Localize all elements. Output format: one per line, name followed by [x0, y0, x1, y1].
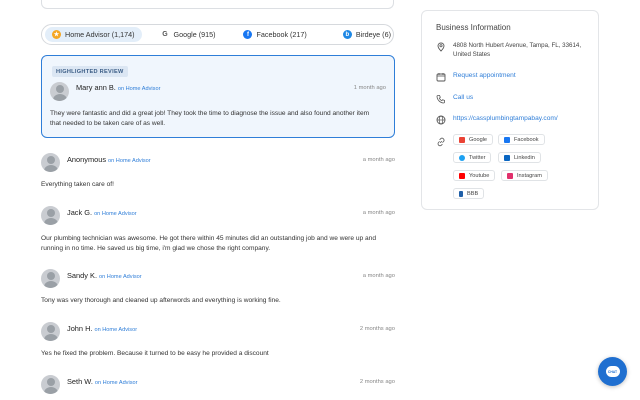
social-label: Facebook — [514, 136, 539, 143]
tab-label: Home Advisor (1,174) — [65, 30, 135, 39]
google-icon: G — [162, 31, 168, 38]
call-row: Call us — [436, 93, 473, 104]
social-twitter[interactable]: Twitter — [453, 152, 492, 163]
request-appointment-link[interactable]: Request appointment — [453, 71, 516, 81]
reviewer-name-text: Jack G. — [67, 208, 93, 217]
review-source: on Home Advisor — [108, 158, 151, 164]
review-text: Yes he fixed the problem. Because it tur… — [41, 350, 269, 357]
review-time: a month ago — [362, 210, 395, 216]
avatar — [41, 206, 60, 225]
avatar — [41, 153, 60, 172]
facebook-icon: f — [243, 30, 253, 39]
reviewer-name-text: Seth W. — [67, 377, 93, 386]
reviewer-name: Seth W. on Home Advisor — [67, 377, 138, 386]
avatar — [41, 269, 60, 288]
review-time: 1 month ago — [353, 85, 386, 91]
review-time: 2 months ago — [359, 379, 395, 385]
business-info-panel: Business Information 4808 North Hubert A… — [421, 10, 599, 210]
reviewer-name-text: Mary ann B. — [76, 83, 116, 92]
tab-label: Facebook (217) — [256, 30, 307, 39]
linkedin-icon — [504, 154, 510, 161]
reviewer-name: Jack G. on Home Advisor — [67, 208, 137, 217]
reviewer-name: John H. on Home Advisor — [67, 324, 137, 333]
social-linkedin[interactable]: Linkedin — [498, 152, 541, 163]
tab-label: Birdeye (6) — [355, 30, 391, 39]
tab-google[interactable]: G Google (915) — [154, 27, 223, 42]
reviewer-name-text: Sandy K. — [67, 271, 97, 280]
address-row: 4808 North Hubert Avenue, Tampa, FL, 336… — [436, 41, 593, 59]
globe-icon — [436, 115, 446, 125]
youtube-icon — [459, 172, 465, 179]
social-youtube[interactable]: Youtube — [453, 170, 496, 181]
reviewer-name: Mary ann B. on Home Advisor — [76, 83, 160, 92]
google-icon — [459, 136, 465, 143]
avatar — [41, 322, 60, 341]
location-pin-icon — [437, 42, 445, 52]
review-source: on Home Advisor — [94, 211, 137, 217]
phone-icon — [436, 95, 445, 104]
chat-button[interactable]: CHAT — [598, 357, 627, 386]
social-label: BBB — [467, 190, 479, 197]
social-bbb[interactable]: BBB — [453, 188, 485, 199]
calendar-icon — [436, 73, 446, 82]
review-text: Tony was very thorough and cleaned up af… — [41, 297, 281, 304]
review-time: a month ago — [362, 157, 395, 163]
reviewer-name-text: Anonymous — [67, 155, 107, 164]
website-link[interactable]: https://cassplumbingtampabay.com/ — [453, 114, 558, 124]
reviewer-name: Sandy K. on Home Advisor — [67, 271, 142, 280]
avatar — [41, 375, 60, 394]
business-info-title: Business Information — [436, 23, 511, 32]
review-source-tabs: ★ Home Advisor (1,174) G Google (915) f … — [41, 24, 394, 45]
social-label: Instagram — [517, 172, 542, 179]
tab-home-advisor[interactable]: ★ Home Advisor (1,174) — [45, 27, 142, 42]
call-us-link[interactable]: Call us — [453, 93, 473, 103]
review-time: a month ago — [362, 273, 395, 279]
review-source: on Home Advisor — [99, 274, 142, 280]
review-text: Everything taken care of! — [41, 181, 114, 188]
review-source: on Home Advisor — [94, 380, 138, 386]
link-icon — [437, 137, 445, 147]
facebook-icon — [504, 136, 510, 143]
tab-label: Google (915) — [173, 30, 216, 39]
tab-facebook[interactable]: f Facebook (217) — [236, 27, 313, 42]
social-label: Youtube — [469, 172, 490, 179]
home-advisor-icon: ★ — [52, 30, 61, 39]
social-google[interactable]: Google — [453, 134, 494, 145]
social-label: Linkedin — [514, 154, 535, 161]
reviewer-name: Anonymous on Home Advisor — [67, 155, 151, 164]
review-time: 2 months ago — [359, 326, 395, 332]
avatar — [50, 82, 69, 101]
review-source: on Home Advisor — [117, 86, 161, 92]
instagram-icon — [507, 172, 513, 179]
social-instagram[interactable]: Instagram — [501, 170, 548, 181]
review-text: Our plumbing technician was awesome. He … — [41, 235, 377, 252]
social-label: Twitter — [469, 154, 486, 161]
social-label: Google — [469, 136, 488, 143]
twitter-icon — [459, 154, 465, 161]
bbb-icon — [459, 190, 463, 197]
highlighted-review-card: HIGHLIGHTED REVIEW Mary ann B. on Home Ad… — [41, 55, 395, 138]
chat-label: CHAT — [607, 369, 618, 374]
review-source: on Home Advisor — [94, 327, 138, 333]
business-address: 4808 North Hubert Avenue, Tampa, FL, 336… — [453, 42, 582, 58]
appointment-row: Request appointment — [436, 71, 516, 82]
previous-card-edge — [41, 0, 394, 9]
tab-birdeye[interactable]: b Birdeye (6) — [336, 27, 398, 42]
social-facebook[interactable]: Facebook — [498, 134, 545, 145]
chat-bubble-icon: CHAT — [605, 366, 620, 377]
reviewer-name-text: John H. — [67, 324, 93, 333]
website-row: https://cassplumbingtampabay.com/ — [436, 114, 558, 125]
review-text: They were fantastic and did a great job!… — [50, 110, 370, 127]
highlighted-badge: HIGHLIGHTED REVIEW — [52, 66, 128, 77]
birdeye-icon: b — [342, 30, 352, 39]
